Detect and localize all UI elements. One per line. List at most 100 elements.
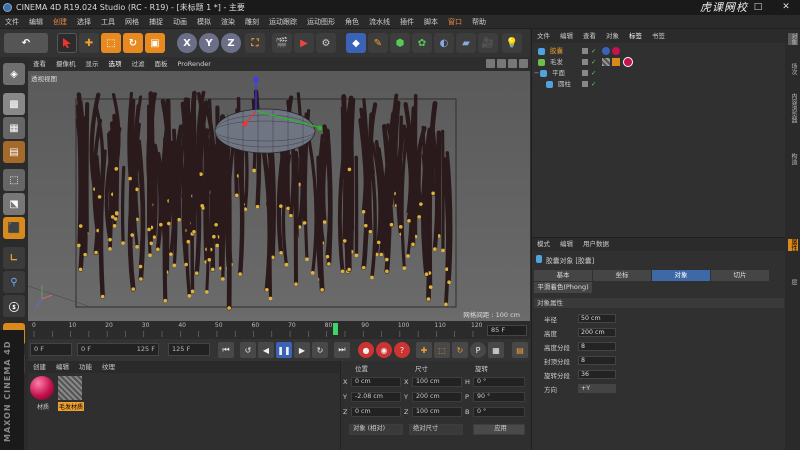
timeline-window-icon[interactable]: ▤ [512,342,528,358]
pos-x-field[interactable]: 0 cm [351,377,401,387]
capsule-object[interactable] [214,108,316,154]
close-button[interactable]: ✕ [772,0,800,15]
material-swatch-2[interactable]: 毛发材质 [58,376,84,416]
menu-animate[interactable]: 动画 [168,15,192,29]
undo-button[interactable]: ↶ [4,33,48,53]
render-picture-viewer-icon[interactable]: ▶ [294,33,314,53]
obj-menu-file[interactable]: 文件 [532,29,555,43]
height-field[interactable]: 200 cm [578,328,616,337]
menu-create[interactable]: 创建 [48,15,72,29]
rotate-tool-icon[interactable]: ↻ [123,33,143,53]
obj-menu-edit[interactable]: 编辑 [555,29,578,43]
menu-simulate[interactable]: 模拟 [192,15,216,29]
radius-field[interactable]: 50 cm [578,314,616,323]
make-editable-icon[interactable]: ◈ [3,63,25,85]
tab-object[interactable]: 对象 [652,270,710,281]
key-pla-icon[interactable]: ▦ [488,342,504,358]
menu-pipeline[interactable]: 流水线 [364,15,395,29]
obj-menu-object[interactable]: 对象 [601,29,624,43]
object-row-plane[interactable]: − 平面 ✓ [532,68,786,79]
vp-menu-display[interactable]: 显示 [81,58,104,71]
x-axis-lock-button[interactable]: X [177,33,197,53]
mat-menu-texture[interactable]: 纹理 [97,361,120,373]
maximize-button[interactable]: □ [744,0,772,15]
key-scale-icon[interactable]: ⬚ [434,342,450,358]
menu-sculpt[interactable]: 雕刻 [240,15,264,29]
attr-menu-mode[interactable]: 模式 [532,238,555,251]
vp-menu-prorender[interactable]: ProRender [173,58,216,71]
zoom-icon[interactable] [497,59,506,68]
size-mode-dropdown[interactable]: 绝对尺寸 [409,424,463,435]
height-segments-field[interactable]: 8 [578,342,616,351]
rtab-layers[interactable]: 层 [788,279,798,285]
mat-menu-create[interactable]: 创建 [28,361,51,373]
visibility-dots-icon[interactable] [582,48,588,54]
deformer-icon[interactable]: ◐ [434,33,454,53]
go-to-start-icon[interactable]: ⏮ [218,342,234,358]
orientation-dropdown[interactable]: +Y [578,384,616,393]
pos-y-field[interactable]: -2.08 cm [351,392,401,402]
array-icon[interactable]: ✿ [412,33,432,53]
minimize-button[interactable]: — [716,0,744,15]
pause-icon[interactable]: ❚❚ [276,342,292,358]
workplane-icon[interactable]: ▤ [3,141,25,163]
y-axis-lock-button[interactable]: Y [199,33,219,53]
pos-z-field[interactable]: 0 cm [351,407,401,417]
current-frame-field[interactable]: 85 F [487,325,527,336]
rtab-structure[interactable]: 构造 [788,153,798,165]
menu-window[interactable]: 窗口 [443,15,467,29]
next-frame-icon[interactable]: ▶ [294,342,310,358]
tab-basic[interactable]: 基本 [534,270,592,281]
visibility-dots-icon[interactable] [582,59,588,65]
menu-select[interactable]: 选择 [72,15,96,29]
polygons-mode-icon[interactable]: ⬛ [3,217,25,239]
rtab-attributes[interactable]: 属性 [788,239,798,251]
scale-tool-icon[interactable]: ⬚ [101,33,121,53]
visibility-dots-icon[interactable] [582,70,588,76]
menu-plugins[interactable]: 插件 [395,15,419,29]
menu-file[interactable]: 文件 [0,15,24,29]
snap-icon[interactable]: ⓢ [3,295,25,317]
obj-menu-view[interactable]: 查看 [578,29,601,43]
vp-menu-panel[interactable]: 面板 [150,58,173,71]
vp-menu-camera[interactable]: 摄像机 [51,58,81,71]
key-position-icon[interactable]: ✚ [416,342,432,358]
start-frame-field[interactable]: 0 F [30,343,72,356]
end-frame-field[interactable]: 125 F [168,343,210,356]
subdivision-icon[interactable]: ⬢ [390,33,410,53]
menu-edit[interactable]: 编辑 [24,15,48,29]
menu-help[interactable]: 帮助 [467,15,491,29]
rtab-objects[interactable]: 对象 [788,33,798,45]
light-icon[interactable]: 💡 [502,33,522,53]
attr-menu-userdata[interactable]: 用户数据 [578,238,614,251]
tab-phong[interactable]: 平滑着色(Phong) [534,282,592,293]
menu-tools[interactable]: 工具 [96,15,120,29]
phong-tag-icon[interactable] [602,47,610,55]
menu-mesh[interactable]: 网格 [120,15,144,29]
vp-menu-filter[interactable]: 过滤 [127,58,150,71]
selected-material-tag-icon[interactable] [623,57,633,67]
camera-icon[interactable]: 🎥 [478,33,498,53]
menu-snap[interactable]: 捕捉 [144,15,168,29]
rot-h-field[interactable]: 0 ° [473,377,525,387]
move-tool-icon[interactable]: ✚ [79,33,99,53]
menu-character[interactable]: 角色 [340,15,364,29]
live-select-icon[interactable] [57,33,77,53]
axis-mode-icon[interactable]: ∟ [3,247,25,269]
preview-range-slider[interactable]: 0 F 125 F [77,343,159,356]
points-mode-icon[interactable]: ⬚ [3,169,25,191]
vp-menu-view[interactable]: 查看 [28,58,51,71]
tab-slice[interactable]: 切片 [711,270,769,281]
size-x-field[interactable]: 100 cm [412,377,462,387]
rotation-segments-field[interactable]: 36 [578,370,616,379]
object-row-capsule[interactable]: 胶囊 ✓ [532,46,786,57]
visibility-dots-icon[interactable] [582,81,588,87]
size-y-field[interactable]: 200 cm [412,392,462,402]
pen-spline-icon[interactable]: ✎ [368,33,388,53]
recent-tool-icon[interactable]: ▣ [145,33,165,53]
expand-icon[interactable]: − [534,68,539,79]
prev-key-icon[interactable]: ↺ [240,342,256,358]
attr-menu-edit[interactable]: 编辑 [555,238,578,251]
coordinate-mode-dropdown[interactable]: 对象 (相对) [349,424,403,435]
pan-icon[interactable] [486,59,495,68]
